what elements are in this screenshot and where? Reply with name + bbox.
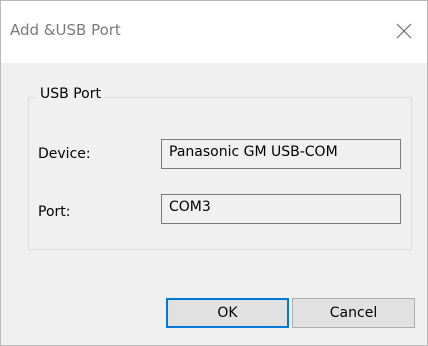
device-field: Panasonic GM USB-COM: [161, 139, 401, 169]
add-usb-port-dialog: Add &USB Port USB Port Device: Panasonic…: [0, 0, 428, 346]
title-bar: Add &USB Port: [1, 1, 427, 63]
port-label: Port:: [38, 204, 71, 220]
close-button[interactable]: [381, 15, 427, 49]
cancel-button[interactable]: Cancel: [292, 298, 415, 328]
usb-port-groupbox: [28, 97, 412, 250]
ok-button[interactable]: OK: [166, 298, 289, 328]
port-field: COM3: [161, 194, 401, 224]
device-label: Device:: [38, 146, 91, 162]
usb-port-group-label: USB Port: [36, 86, 105, 102]
window-title: Add &USB Port: [10, 21, 121, 39]
close-icon: [396, 23, 412, 39]
